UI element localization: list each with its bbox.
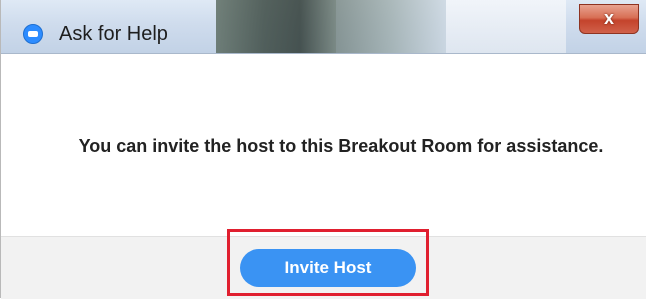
aero-background	[216, 0, 336, 53]
aero-background	[446, 0, 566, 53]
title-bar[interactable]: Ask for Help x	[1, 0, 646, 54]
aero-background	[336, 0, 446, 53]
help-message: You can invite the host to this Breakout…	[78, 136, 604, 156]
window-title: Ask for Help	[59, 23, 168, 45]
invite-host-button[interactable]: Invite Host	[240, 249, 416, 287]
zoom-logo-icon	[23, 24, 43, 44]
ask-for-help-dialog: Ask for Help x You can invite the host t…	[0, 0, 646, 299]
close-button[interactable]: x	[579, 4, 639, 34]
